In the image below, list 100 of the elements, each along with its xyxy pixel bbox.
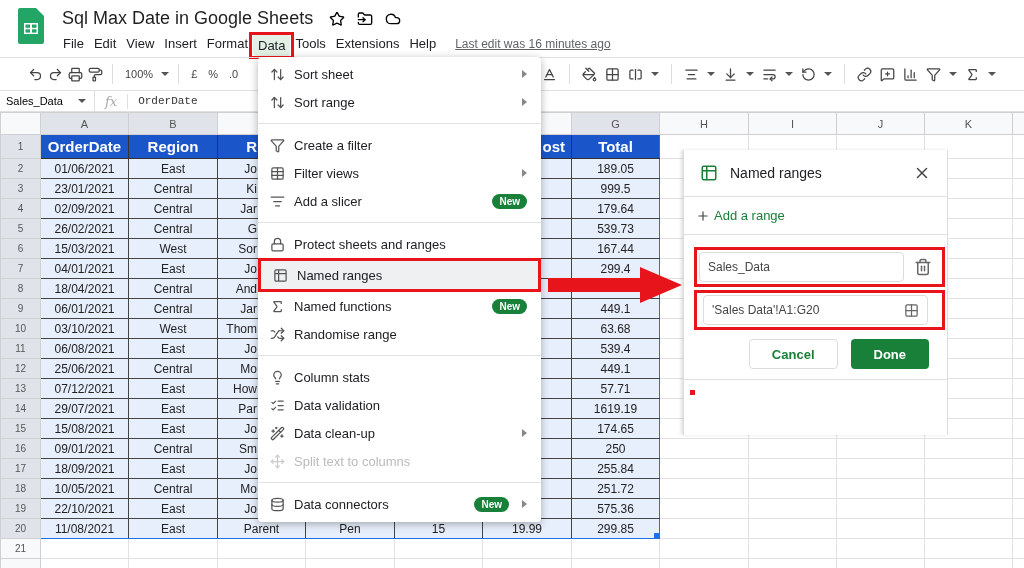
row-header[interactable]: 8 [0, 278, 41, 299]
merge-icon[interactable] [628, 66, 643, 82]
menu-button[interactable]: Extensions [330, 33, 405, 54]
grid-icon[interactable] [904, 302, 919, 318]
print-icon[interactable] [68, 66, 83, 82]
zoom-select[interactable]: 100% [122, 68, 157, 80]
menu-button[interactable]: Help [404, 33, 442, 54]
row-header[interactable]: 9 [0, 298, 41, 319]
name-field[interactable]: Sales_Data [699, 252, 904, 282]
caret-icon[interactable] [161, 72, 170, 76]
column-header[interactable]: A [40, 112, 129, 135]
menu-button[interactable]: Format [201, 33, 253, 54]
menu-item[interactable]: Sort sheet [258, 60, 541, 88]
menu-item[interactable]: Add a slicer New [258, 187, 541, 215]
caret-icon[interactable] [746, 72, 754, 76]
menu-item[interactable]: Column stats [258, 363, 541, 391]
range-field[interactable]: 'Sales Data'!A1:G20 [703, 295, 928, 325]
row-header[interactable]: 6 [0, 238, 41, 259]
borders-icon[interactable] [605, 66, 620, 82]
text-color-icon[interactable] [542, 66, 557, 82]
menu-button[interactable]: File [58, 33, 89, 54]
caret-icon[interactable] [78, 99, 86, 103]
last-edit-link[interactable]: Last edit was 16 minutes ago [455, 36, 611, 51]
menu-item[interactable]: Sort range [258, 88, 541, 116]
column-header[interactable]: K [924, 112, 1013, 135]
menu-button[interactable]: Edit [88, 33, 122, 54]
sum-icon[interactable] [965, 66, 980, 82]
paint-format-icon[interactable] [88, 66, 103, 82]
row-header[interactable]: 3 [0, 178, 41, 199]
menu-item[interactable]: Named ranges [261, 261, 538, 289]
submenu-arrow-icon [522, 70, 527, 78]
row-header[interactable]: 2 [0, 158, 41, 179]
percent-button[interactable]: % [205, 68, 222, 80]
add-range-link[interactable]: Add a range [684, 197, 947, 235]
column-header[interactable]: B [128, 112, 218, 135]
column-header[interactable]: G [571, 112, 660, 135]
rotate-icon[interactable] [801, 66, 816, 82]
row-header[interactable]: 1 [0, 134, 41, 159]
row-header[interactable]: 7 [0, 258, 41, 279]
delete-icon[interactable] [914, 258, 932, 276]
menu-item[interactable]: Data clean-up [258, 419, 541, 447]
document-title[interactable]: Sql Max Date in Google Sheets [62, 8, 314, 29]
lock-icon [270, 236, 285, 252]
row-header[interactable]: 17 [0, 458, 41, 479]
menu-button[interactable]: Tools [290, 33, 331, 54]
sheets-logo[interactable] [18, 8, 44, 44]
menu-item[interactable]: Data connectors New [258, 490, 541, 518]
column-header[interactable]: I [748, 112, 837, 135]
menu-button[interactable]: View [121, 33, 160, 54]
cancel-button[interactable]: Cancel [748, 339, 838, 369]
star-icon[interactable] [329, 10, 346, 27]
column-header[interactable]: J [836, 112, 925, 135]
fill-color-icon[interactable] [582, 66, 597, 82]
caret-icon[interactable] [988, 72, 996, 76]
comment-icon[interactable] [880, 66, 895, 82]
move-icon [270, 453, 285, 469]
row-header[interactable]: 20 [0, 518, 41, 539]
row-header[interactable]: 18 [0, 478, 41, 499]
caret-icon[interactable] [785, 72, 793, 76]
filter-icon[interactable] [926, 66, 941, 82]
menu-item[interactable]: Data validation [258, 391, 541, 419]
menu-item[interactable]: Randomise range [258, 320, 541, 348]
name-box[interactable]: Sales_Data [0, 91, 95, 111]
row-header[interactable]: 12 [0, 358, 41, 379]
row-header[interactable]: 13 [0, 378, 41, 399]
row-header[interactable]: 14 [0, 398, 41, 419]
row-header[interactable]: 4 [0, 198, 41, 219]
caret-icon[interactable] [707, 72, 715, 76]
table-icon [270, 165, 285, 181]
sort-icon [270, 94, 285, 110]
undo-icon[interactable] [28, 66, 43, 82]
vertical-align-icon[interactable] [723, 66, 738, 82]
folder-icon[interactable] [357, 10, 374, 27]
menu-item[interactable]: Filter views [258, 159, 541, 187]
caret-icon[interactable] [651, 72, 659, 76]
row-header[interactable]: 19 [0, 498, 41, 519]
row-header[interactable]: 21 [0, 538, 41, 559]
sigma-icon [270, 298, 285, 314]
done-button[interactable]: Done [850, 339, 929, 369]
column-header[interactable]: H [659, 112, 749, 135]
redo-icon[interactable] [48, 66, 63, 82]
wrap-icon[interactable] [762, 66, 777, 82]
caret-icon[interactable] [824, 72, 832, 76]
formula-input[interactable]: OrderDate [128, 95, 198, 107]
link-icon[interactable] [857, 66, 872, 82]
row-header[interactable]: 10 [0, 318, 41, 339]
caret-icon[interactable] [949, 72, 957, 76]
menu-button[interactable]: Insert [159, 33, 202, 54]
currency-button[interactable]: £ [188, 68, 201, 80]
row-header[interactable]: 16 [0, 438, 41, 459]
row-header[interactable]: 11 [0, 338, 41, 359]
menu-item[interactable]: Protect sheets and ranges [258, 230, 541, 258]
align-icon[interactable] [684, 66, 699, 82]
menu-item[interactable]: Create a filter [258, 131, 541, 159]
row-header[interactable]: 15 [0, 418, 41, 439]
row-header[interactable]: 5 [0, 218, 41, 239]
menu-item[interactable]: Named functions New [258, 292, 541, 320]
menu-button[interactable]: Data [253, 34, 291, 56]
decimal-button[interactable]: .0 [226, 68, 242, 80]
chart-icon[interactable] [903, 66, 918, 82]
